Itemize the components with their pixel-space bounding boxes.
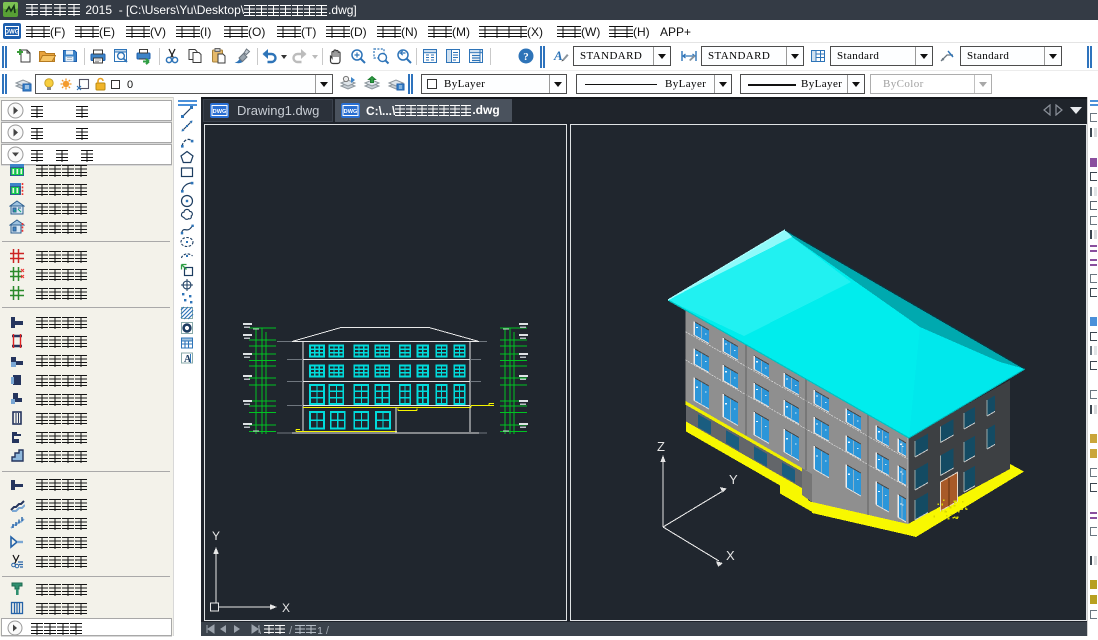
svg-text:0: 0 — [127, 79, 134, 91]
svg-text:DWG: DWG — [213, 109, 227, 115]
svg-text:DWG: DWG — [344, 109, 358, 115]
svg-text:Y: Y — [729, 472, 738, 487]
svg-text:X: X — [726, 548, 735, 563]
svg-text:Z: Z — [657, 439, 665, 454]
svg-text:Y: Y — [212, 529, 220, 543]
svg-text:?: ? — [523, 51, 529, 63]
svg-text:DWG: DWG — [5, 30, 20, 36]
svg-text:X: X — [282, 601, 290, 615]
svg-text:A: A — [553, 48, 563, 63]
